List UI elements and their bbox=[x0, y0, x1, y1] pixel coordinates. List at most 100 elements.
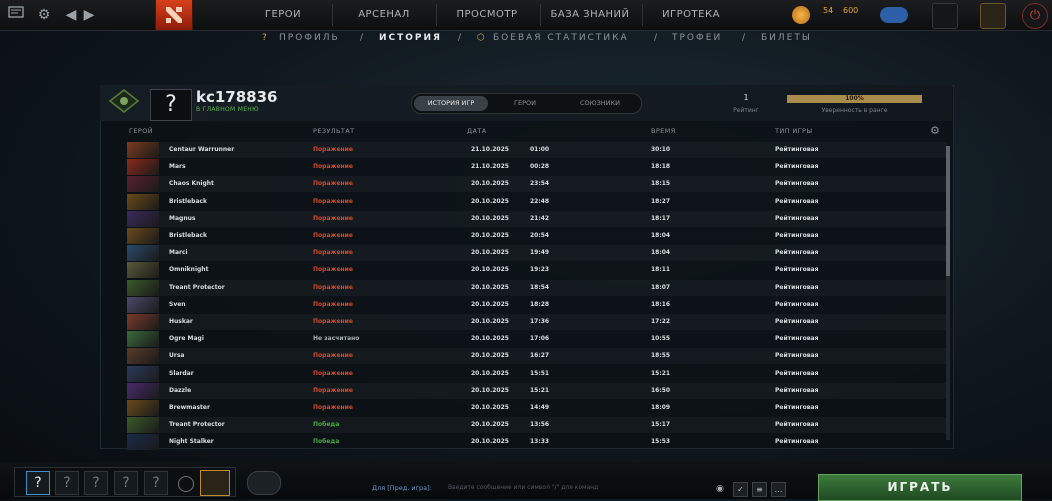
table-row[interactable]: Magnus Поражение 20.10.2025 21:42 18:17 Рейти… bbox=[127, 210, 947, 227]
nav-divider bbox=[642, 4, 643, 26]
hero-portrait bbox=[127, 365, 159, 382]
friends-icon[interactable] bbox=[247, 471, 281, 495]
hero-portrait bbox=[127, 400, 159, 416]
table-row[interactable]: Slardar Поражение 20.10.2025 15:51 15:21 Рейт… bbox=[127, 365, 947, 382]
party-slot[interactable]: ? bbox=[114, 471, 138, 495]
table-row[interactable]: Huskar Поражение 20.10.2025 17:36 17:22 Рейти… bbox=[127, 314, 947, 330]
table-row[interactable]: Sven Поражение 20.10.2025 18:28 18:16 Рейтинг… bbox=[127, 296, 947, 313]
table-row[interactable]: Night Stalker Победа 20.10.2025 13:33 15:53 Р… bbox=[127, 434, 947, 451]
match-result: Поражение bbox=[313, 369, 353, 377]
table-row[interactable]: Marci Поражение 20.10.2025 19:49 18:04 Рейтин… bbox=[127, 245, 947, 262]
match-result: Поражение bbox=[313, 197, 353, 205]
match-start-time: 18:54 bbox=[530, 283, 550, 291]
subnav-sep: / bbox=[742, 33, 748, 43]
match-duration: 18:04 bbox=[651, 249, 671, 257]
subnav-battle-stats[interactable]: БОЕВАЯ СТАТИСТИКА bbox=[493, 33, 629, 43]
hero-name: Night Stalker bbox=[169, 438, 214, 446]
match-start-time: 23:54 bbox=[530, 180, 550, 188]
match-result: Поражение bbox=[313, 146, 353, 153]
dota-logo[interactable] bbox=[155, 0, 193, 30]
nav-watch[interactable]: ПРОСМОТР bbox=[440, 0, 534, 30]
match-type: Рейтинговая bbox=[775, 438, 819, 446]
inventory-icon[interactable] bbox=[932, 3, 958, 29]
chat-options-icon[interactable]: ≡ bbox=[752, 482, 767, 497]
settings-icon[interactable]: ⚙ bbox=[34, 5, 54, 25]
match-type: Рейтинговая bbox=[775, 404, 819, 411]
match-result: Поражение bbox=[313, 352, 353, 360]
back-icon[interactable]: ◀ bbox=[64, 5, 78, 25]
col-hero[interactable]: ГЕРОЙ bbox=[129, 127, 153, 135]
match-start-time: 17:36 bbox=[530, 318, 550, 325]
tab-heroes[interactable]: ГЕРОИ bbox=[494, 96, 556, 111]
table-row[interactable]: Bristleback Поражение 20.10.2025 20:54 18:04… bbox=[127, 228, 947, 244]
table-row[interactable]: Mars Поражение 21.10.2025 00:28 18:18 Рейтинг… bbox=[127, 159, 947, 176]
col-duration[interactable]: ВРЕМЯ bbox=[651, 127, 676, 135]
rating-value: 1 bbox=[743, 93, 749, 102]
eye-icon[interactable]: ◉ bbox=[716, 484, 724, 494]
nav-arcade[interactable]: ИГРОТЕКА bbox=[646, 0, 736, 30]
table-row[interactable]: Bristleback Поражение 20.10.2025 22:48 18:27… bbox=[127, 193, 947, 210]
party-slot-self[interactable]: ? bbox=[26, 471, 50, 495]
col-result[interactable]: РЕЗУЛЬТАТ bbox=[313, 127, 355, 135]
hero-portrait bbox=[127, 434, 159, 451]
table-row[interactable]: Omniknight Поражение 20.10.2025 19:23 18:11 Р… bbox=[127, 262, 947, 279]
table-row[interactable]: Dazzle Поражение 20.10.2025 15:21 16:50 Рейти… bbox=[127, 382, 947, 399]
table-row[interactable]: Centaur Warrunner Поражение 21.10.2025 01:0… bbox=[127, 142, 947, 158]
subnav-history[interactable]: ИСТОРИЯ bbox=[379, 33, 442, 43]
table-row[interactable]: Ursa Поражение 20.10.2025 16:27 18:55 Рейтинг… bbox=[127, 348, 947, 365]
match-type: Рейтинговая bbox=[775, 180, 819, 188]
match-duration: 18:07 bbox=[651, 283, 671, 291]
match-start-time: 18:28 bbox=[530, 300, 550, 308]
profile-frame-icon[interactable] bbox=[980, 3, 1006, 29]
match-duration: 18:55 bbox=[651, 352, 671, 360]
match-start-time: 01:00 bbox=[530, 146, 550, 153]
subnav-tickets[interactable]: БИЛЕТЫ bbox=[761, 33, 812, 43]
match-type: Рейтинговая bbox=[775, 335, 819, 343]
table-row[interactable]: Treant Protector Победа 20.10.2025 13:56 15:… bbox=[127, 417, 947, 434]
match-result: Поражение bbox=[313, 163, 353, 171]
subnav-profile[interactable]: ПРОФИЛЬ bbox=[279, 33, 340, 43]
nav-heroes[interactable]: ГЕРОИ bbox=[240, 0, 326, 30]
party-slot[interactable]: ? bbox=[84, 471, 108, 495]
power-icon[interactable]: ⏻ bbox=[1022, 3, 1048, 29]
match-result: Победа bbox=[313, 438, 340, 446]
subnav-trophies[interactable]: ТРОФЕИ bbox=[672, 33, 722, 43]
check-icon[interactable]: ✓ bbox=[733, 482, 748, 497]
nav-divider bbox=[332, 4, 333, 26]
chat-input[interactable]: Введите сообщение или символ "/" для ком… bbox=[448, 484, 598, 491]
nav-knowledge-base[interactable]: БАЗА ЗНАНИЙ bbox=[544, 0, 636, 30]
recruit-icon[interactable] bbox=[200, 470, 230, 496]
col-game-type[interactable]: ТИП ИГРЫ bbox=[775, 127, 812, 135]
match-duration: 15:53 bbox=[651, 438, 671, 446]
hero-portrait bbox=[127, 314, 159, 330]
hero-name: Marci bbox=[169, 249, 188, 257]
hero-portrait bbox=[127, 210, 159, 227]
column-settings-icon[interactable]: ⚙ bbox=[930, 124, 940, 137]
match-start-time: 21:42 bbox=[530, 214, 550, 222]
forward-icon[interactable]: ▶ bbox=[82, 5, 96, 25]
nav-arsenal[interactable]: АРСЕНАЛ bbox=[338, 0, 430, 30]
news-icon[interactable] bbox=[6, 5, 26, 25]
table-row[interactable]: Ogre Magi Не засчитано 20.10.2025 17:06 10:5… bbox=[127, 331, 947, 348]
table-row[interactable]: Chaos Knight Поражение 20.10.2025 23:54 18:1… bbox=[127, 176, 947, 193]
user-status: В ГЛАВНОМ МЕНЮ bbox=[196, 106, 259, 113]
more-icon[interactable]: … bbox=[771, 482, 786, 497]
play-button[interactable]: ИГРАТЬ bbox=[818, 474, 1022, 501]
table-row[interactable]: Brewmaster Поражение 20.10.2025 14:49 18:09 Р… bbox=[127, 400, 947, 416]
party-slot[interactable]: ? bbox=[55, 471, 79, 495]
match-start-time: 19:23 bbox=[530, 266, 550, 274]
battle-pass-icon[interactable] bbox=[880, 7, 908, 23]
col-date[interactable]: ДАТА bbox=[467, 127, 487, 135]
match-duration: 10:55 bbox=[651, 335, 671, 343]
chat-channel-label[interactable]: Для [Пред. игра]: bbox=[372, 484, 432, 492]
tab-match-history[interactable]: ИСТОРИЯ ИГР bbox=[414, 96, 488, 111]
hero-portrait bbox=[127, 262, 159, 279]
party-toggle-icon[interactable] bbox=[178, 476, 194, 492]
scrollbar-thumb[interactable] bbox=[946, 146, 950, 276]
avatar[interactable]: ? bbox=[150, 89, 192, 121]
party-slot[interactable]: ? bbox=[144, 471, 168, 495]
table-row[interactable]: Treant Protector Поражение 20.10.2025 18:54… bbox=[127, 279, 947, 296]
hero-name: Omniknight bbox=[169, 266, 209, 274]
nav-divider bbox=[540, 4, 541, 26]
tab-allies[interactable]: СОЮЗНИКИ bbox=[562, 96, 638, 111]
